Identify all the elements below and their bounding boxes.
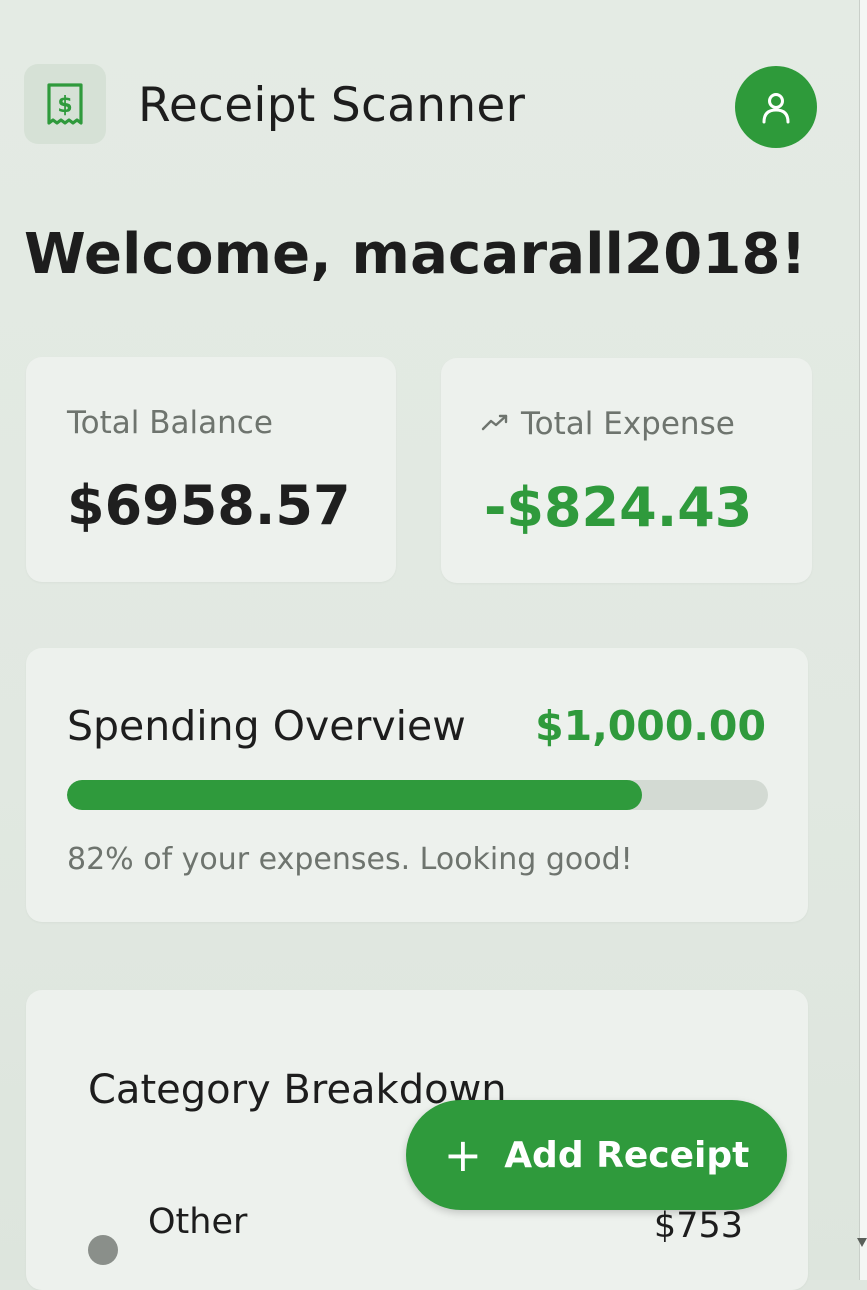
spending-progress-fill — [67, 780, 642, 810]
total-expense-card: Total Expense -$824.43 — [441, 358, 812, 583]
spending-overview-title: Spending Overview — [67, 702, 466, 750]
total-expense-header: Total Expense — [481, 406, 735, 442]
app-logo: $ — [24, 64, 106, 144]
svg-text:$: $ — [57, 93, 72, 118]
trending-icon — [481, 412, 511, 436]
app-title: Receipt Scanner — [138, 78, 526, 133]
app-screen: $ Receipt Scanner Welcome, macarall2018!… — [0, 0, 860, 1290]
plus-icon: + — [443, 1128, 483, 1182]
welcome-heading: Welcome, macarall2018! — [24, 222, 807, 287]
total-balance-label: Total Balance — [67, 405, 273, 441]
scrollbar[interactable] — [859, 0, 867, 1280]
spending-amount: $1,000.00 — [535, 702, 766, 750]
add-receipt-label: Add Receipt — [504, 1134, 750, 1176]
total-balance-value: $6958.57 — [67, 474, 351, 537]
total-balance-card: Total Balance $6958.57 — [26, 357, 396, 582]
spending-progress-bar — [67, 780, 768, 810]
category-name: Other — [148, 1202, 248, 1242]
spending-overview-card: Spending Overview $1,000.00 82% of your … — [26, 648, 808, 922]
total-expense-label: Total Expense — [521, 406, 735, 442]
category-color-dot — [88, 1235, 118, 1265]
profile-button[interactable] — [735, 66, 817, 148]
category-amount: $753 — [653, 1206, 743, 1246]
spending-note: 82% of your expenses. Looking good! — [67, 842, 633, 877]
total-expense-value: -$824.43 — [484, 476, 753, 539]
receipt-dollar-icon: $ — [47, 83, 83, 125]
user-icon — [762, 93, 790, 124]
add-receipt-button[interactable]: + Add Receipt — [406, 1100, 787, 1210]
scroll-down-arrow-icon[interactable] — [857, 1238, 867, 1247]
